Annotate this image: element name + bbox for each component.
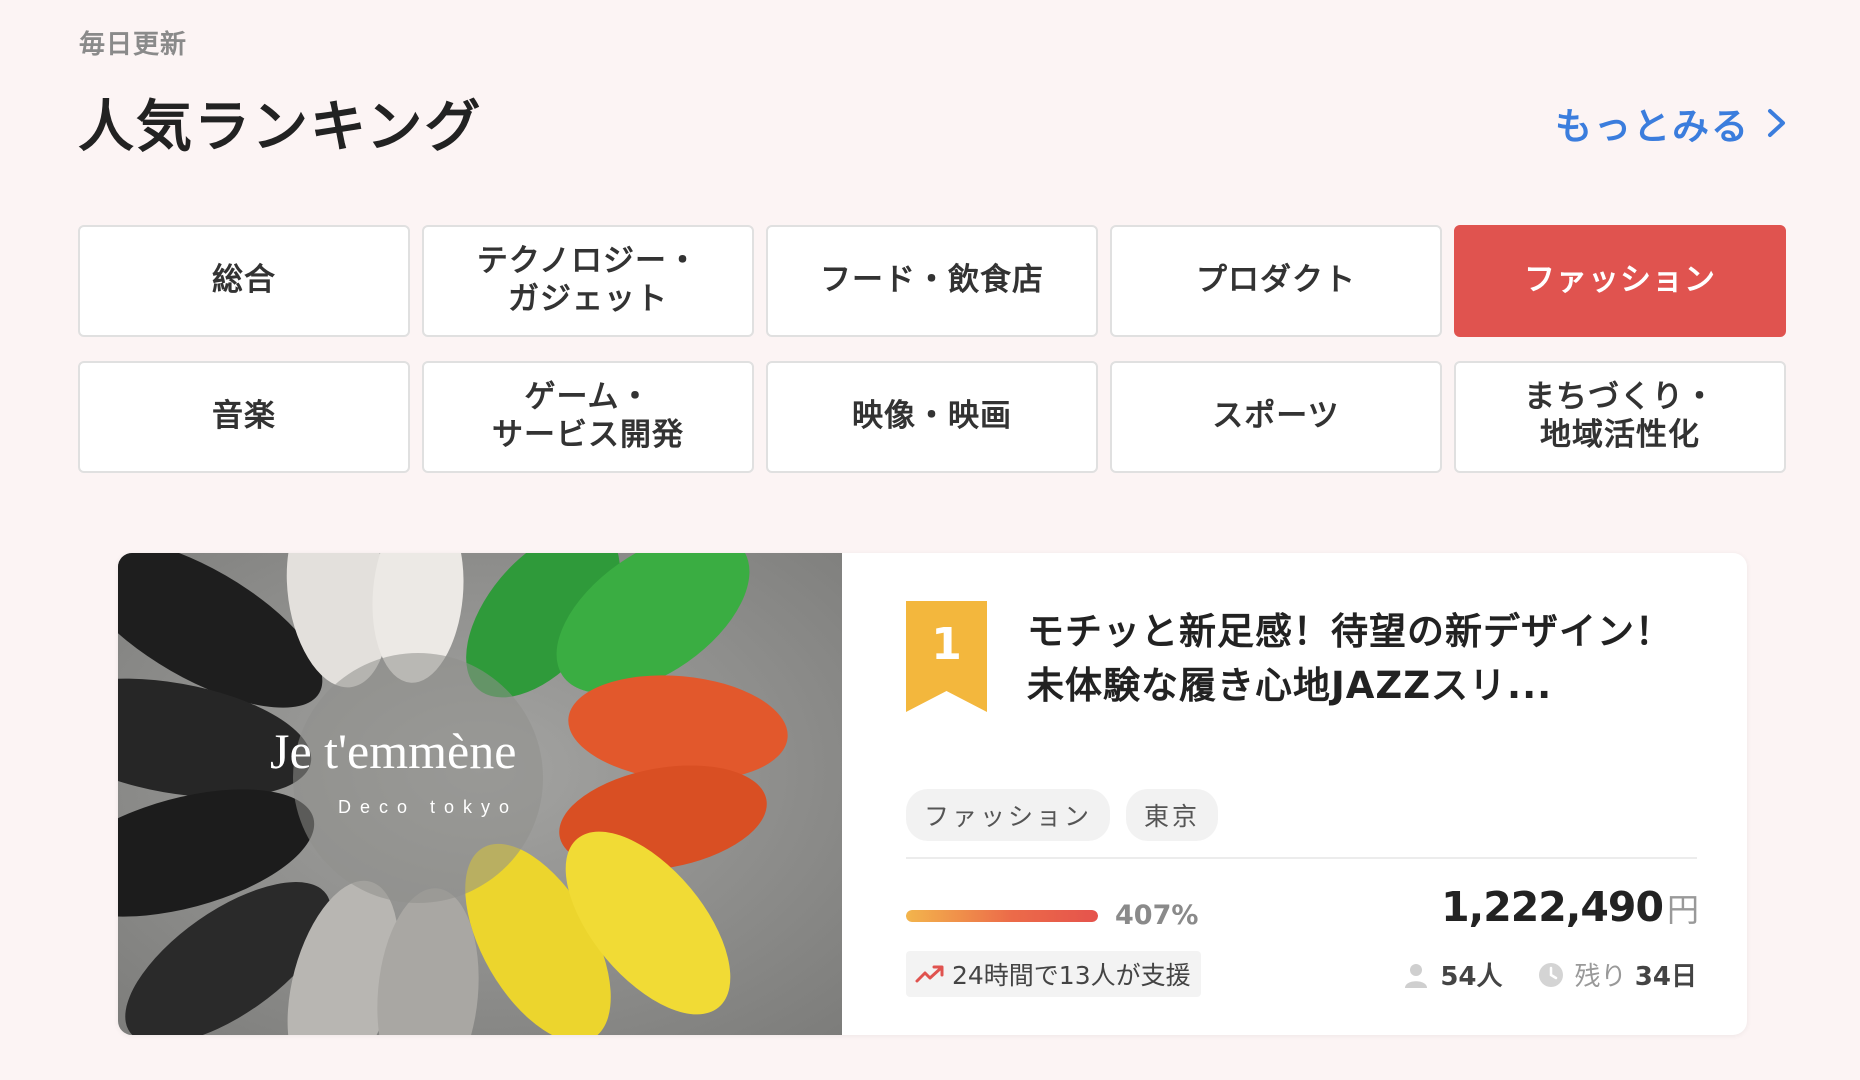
project-image[interactable]: Je t'emmène Deco tokyo [118,553,842,1035]
remaining-prefix: 残り [1574,962,1627,992]
brand-logo-text: Je t'emmène [270,723,516,779]
category-tab-food-restaurant[interactable]: フード・飲食店 [766,225,1098,337]
clock-icon [1538,962,1563,987]
chevron-right-icon [1768,109,1785,137]
remaining-days: 34 [1634,962,1671,992]
category-tab-overall[interactable]: 総合 [78,225,410,337]
category-tabs: 総合 テクノロジー・ ガジェット フード・飲食店 プロダクト ファッション 音楽… [78,225,1786,473]
ranking-section: 毎日更新 人気ランキング もっとみる 総合 テクノロジー・ ガジェット フード・… [0,0,1860,1080]
project-card[interactable]: Je t'emmène Deco tokyo 1 モチッと新足感！待望の新デザイ… [118,553,1747,1035]
progress-fill [906,910,1098,922]
section-eyebrow: 毎日更新 [79,30,188,60]
card-divider [906,857,1697,859]
amount-unit: 円 [1666,891,1699,929]
category-tab-technology-gadget[interactable]: テクノロジー・ ガジェット [422,225,754,337]
category-tab-music[interactable]: 音楽 [78,361,410,473]
amount-value: 1,222,490 [1441,883,1664,931]
category-tab-community[interactable]: まちづくり・ 地域活性化 [1454,361,1786,473]
project-tags: ファッション 東京 [906,789,1219,841]
category-tab-product[interactable]: プロダクト [1110,225,1442,337]
rank-badge: 1 [906,601,987,712]
see-more-label: もっとみる [1555,105,1750,148]
trend-badge: 24時間で13人が支援 [906,951,1201,997]
supporters-unit: 人 [1476,962,1503,992]
trend-text: 24時間で13人が支援 [952,961,1191,990]
category-tab-game-service[interactable]: ゲーム・ サービス開発 [422,361,754,473]
project-title[interactable]: モチッと新足感！待望の新デザイン！未体験な履き心地JAZZスリ... [1027,605,1691,712]
category-tab-fashion[interactable]: ファッション [1454,225,1786,337]
tag-location[interactable]: 東京 [1126,789,1219,841]
brand-logo-sub: Deco tokyo [338,797,518,817]
see-more-link[interactable]: もっとみる [1555,96,1790,150]
trending-up-icon [915,965,944,983]
progress-percent: 407% [1115,900,1199,931]
page-title: 人気ランキング [78,95,483,160]
shoe-photo: Je t'emmène Deco tokyo [118,553,842,1035]
progress-bar [906,910,1098,922]
rank-number: 1 [931,619,962,670]
remaining-unit: 日 [1670,962,1697,992]
category-tab-sports[interactable]: スポーツ [1110,361,1442,473]
funding-amount: 1,222,490 円 [1441,883,1699,931]
person-icon [1405,963,1428,988]
category-tab-video-film[interactable]: 映像・映画 [766,361,1098,473]
supporters-count: 54 [1440,962,1477,992]
tag-category[interactable]: ファッション [906,789,1111,841]
project-meta: 54人 残り 34日 [1402,956,1697,993]
